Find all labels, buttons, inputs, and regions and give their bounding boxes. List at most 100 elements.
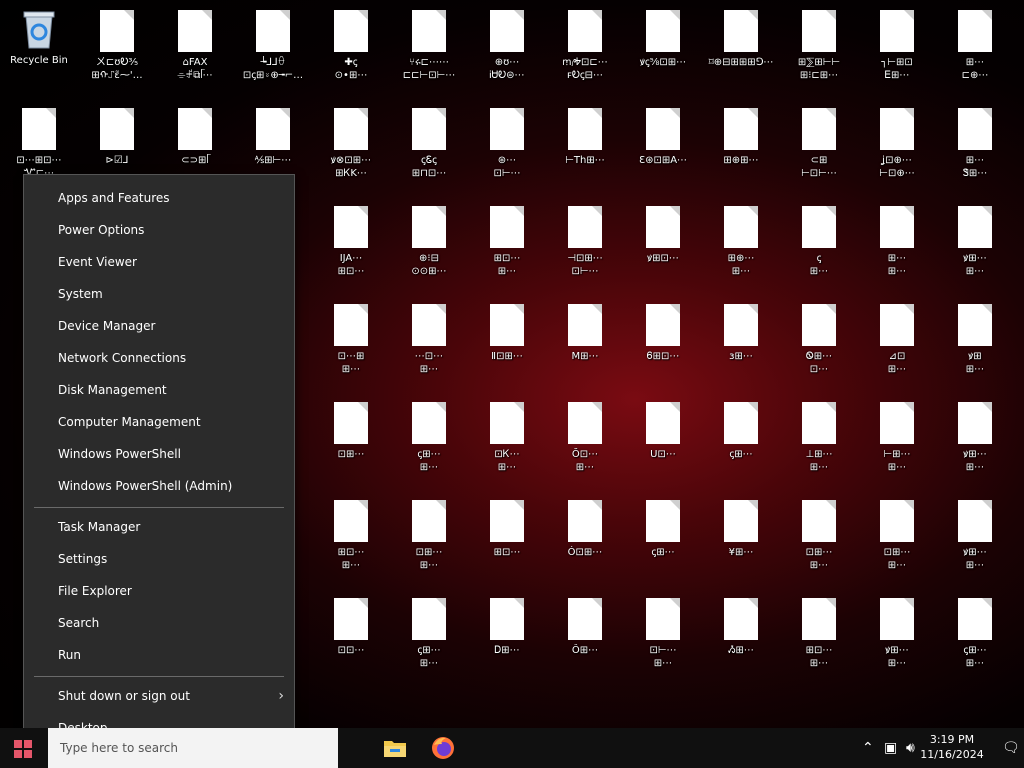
menu-item-label: Shut down or sign out [58,689,190,703]
desktop-file[interactable]: ⊛⋯ ⊡⊢⋯ [468,98,546,194]
menu-item-search[interactable]: Search [24,607,294,639]
file-icon [490,402,524,444]
file-label: ⊞⋯ ⊏⊕⋯ [961,57,989,81]
desktop-file[interactable]: ꞔ⊞⋯ [702,392,780,488]
file-label: ┶⅃⅃ꂶ ⊡ꞔ⊞⍤⊕╼⌐… [242,57,304,81]
desktop-file[interactable]: ⊞⋯ ⊞⋯ [858,196,936,292]
notification-icon[interactable]: 🗨︎ [1002,740,1020,756]
file-explorer-icon [384,741,406,757]
desktop-file[interactable]: ⊕⁝⊟ ⊙⊙⊞⋯ [390,196,468,292]
chevron-up-icon[interactable]: ⌃ [862,740,874,756]
desktop-file[interactable]: Ŏ⊡⋯ ⊞⋯ [546,392,624,488]
menu-item-windows-powershell-admin[interactable]: Windows PowerShell (Admin) [24,470,294,502]
desktop-file[interactable]: ⑂ሩ⊏⋯⋯ ⊏⊏⊢⊡⊢⋯ [390,0,468,96]
desktop-file[interactable]: ⊡⊞⋯ ⊞⋯ [780,490,858,586]
desktop-file[interactable]: ꞔ⊞⋯ ⊞⋯ [936,588,1014,684]
file-icon [22,108,56,150]
desktop-file[interactable]: ꝟ⊞⋯ ⊞⋯ [936,196,1014,292]
taskbar-search-box[interactable]: Type here to search [48,728,338,768]
desktop-file[interactable]: ⊞⊡⋯ ⊞⋯ [468,196,546,292]
desktop-file[interactable]: ⊡⋯⊞ ⊞⋯ [312,294,390,390]
recycle-bin[interactable]: Recycle Bin [0,0,78,96]
desktop-file[interactable]: ꝟ⊞⋯ ⊞⋯ [936,490,1014,586]
desktop-file[interactable]: Ᏹ⊞⋯ [702,588,780,684]
desktop-file[interactable]: ʝ⊡⊕⋯ ⊢⊡⊕⋯ [858,98,936,194]
menu-item-apps-and-features[interactable]: Apps and Features [24,182,294,214]
menu-item-device-manager[interactable]: Device Manager [24,310,294,342]
desktop-file[interactable]: ⊡⊢⋯ ⊞⋯ [624,588,702,684]
desktop-file[interactable]: ꞔ⊞⋯ ⊞⋯ [390,588,468,684]
desktop-file[interactable]: Ɛ⊛⊡⊞A⋯ [624,98,702,194]
desktop-file[interactable]: ꞔ⊞⋯ [624,490,702,586]
desktop-file[interactable]: ⊞⊡⋯ ⊞⋯ [780,588,858,684]
menu-item-computer-management[interactable]: Computer Management [24,406,294,438]
desktop-file[interactable]: ꝟ⊞ ⊞⋯ [936,294,1014,390]
desktop-file[interactable]: ꞔᏋꞔ ⊞⊓⊡⋯ [390,98,468,194]
menu-item-task-manager[interactable]: Task Manager [24,511,294,543]
desktop-file[interactable]: ⊞⊕⋯ ⊞⋯ [702,196,780,292]
desktop-file[interactable]: Ꭰ⊞⋯ [468,588,546,684]
desktop-file[interactable]: Ꮻ⊞⋯ ⊡⋯ [780,294,858,390]
file-explorer-taskbar-button[interactable] [371,728,419,768]
desktop-file[interactable]: M⊞⋯ [546,294,624,390]
desktop-file[interactable]: ⊞⊡⋯ ⊞⋯ [312,490,390,586]
desktop-file[interactable]: ⊿⊡ ⊞⋯ [858,294,936,390]
desktop-file[interactable]: ⊢Th⊞⋯ [546,98,624,194]
menu-item-disk-management[interactable]: Disk Management [24,374,294,406]
desktop-file[interactable]: ✚ꞔ ⊙•⊞⋯ [312,0,390,96]
clock[interactable]: 3:19 PM 11/16/2024 [920,732,984,762]
desktop-file[interactable]: ɜ⊞⋯ [702,294,780,390]
menu-item-network-connections[interactable]: Network Connections [24,342,294,374]
desktop-file[interactable]: ⊞⋯ ⊏⊕⋯ [936,0,1014,96]
desktop-file[interactable]: ꝟ⊞⋯ ⊞⋯ [858,588,936,684]
desktop-file[interactable]: Ó⊡⊞⋯ [546,490,624,586]
desktop-file[interactable]: ⊡Ꮶ⋯ ⊞⋯ [468,392,546,488]
menu-item-system[interactable]: System [24,278,294,310]
desktop-file[interactable]: ꞔ⊞⋯ ⊞⋯ [390,392,468,488]
desktop-file[interactable]: ꝟ⊞⊡⋯ [624,196,702,292]
desktop-file[interactable]: ¥⊞⋯ [702,490,780,586]
start-button[interactable] [0,728,48,768]
menu-item-run[interactable]: Run [24,639,294,671]
desktop-file[interactable]: ꝟ⊞⋯ ⊞⋯ [936,392,1014,488]
desktop-file[interactable]: U⊡⋯ [624,392,702,488]
desktop-file[interactable]: ꝟ⊗⊡⊞⋯ ⊞ᏦK⋯ [312,98,390,194]
desktop-file[interactable]: ⌂FAX ⌯ꂱ⧉ᥬ⋯ [156,0,234,96]
desktop-file[interactable]: ꝟꞔ⅝⊡⊞⋯ [624,0,702,96]
desktop-file[interactable]: ꞔ ⊞⋯ [780,196,858,292]
desktop-file[interactable]: ⊢⊞⋯ ⊞⋯ [858,392,936,488]
desktop-file[interactable]: ⋯⊡⋯ ⊞⋯ [390,294,468,390]
desktop-file[interactable]: ⊡⊞⋯ ⊞⋯ [390,490,468,586]
desktop-file[interactable]: ⊞⊕⊞⋯ [702,98,780,194]
desktop-file[interactable]: IJA⋯ ⊞⊡⋯ [312,196,390,292]
desktop-file[interactable]: Ⅱ⊡⊞⋯ [468,294,546,390]
desktop-file[interactable]: ⊞⊡⋯ [468,490,546,586]
desktop-file[interactable]: ⌑⊕⊟⊞⊞⊞⅁⋯ [702,0,780,96]
menu-item-event-viewer[interactable]: Event Viewer [24,246,294,278]
menu-item-windows-powershell[interactable]: Windows PowerShell [24,438,294,470]
desktop-file[interactable]: ⊡⊡⋯ [312,588,390,684]
desktop-file[interactable]: Ô⊞⋯ [546,588,624,684]
file-label: ⊡Ꮶ⋯ ⊞⋯ [494,449,520,473]
desktop-file[interactable]: ⊥⊞⋯ ⊞⋯ [780,392,858,488]
desktop-file[interactable]: ⊕ʊ⋯ ᎥᏌᎧ⊜⋯ [468,0,546,96]
desktop-file[interactable]: ┶⅃⅃ꂶ ⊡ꞔ⊞⍤⊕╼⌐… [234,0,312,96]
menu-item-settings[interactable]: Settings [24,543,294,575]
menu-item-file-explorer[interactable]: File Explorer [24,575,294,607]
desktop-file[interactable]: ⊞⅀⊞⊢⊢ ⊞⁝⊏⊞⋯ [780,0,858,96]
network-icon[interactable]: ▣ [884,740,897,756]
menu-item-power-options[interactable]: Power Options [24,214,294,246]
desktop-file[interactable]: ⊂⊞ ⊢⊡⊢⋯ [780,98,858,194]
desktop-file[interactable]: ꭑⱼᎭ⊡⊏⋯ ꜰᎧꞔ⊟⋯ [546,0,624,96]
desktop-file[interactable]: Ꮾ⊞⊡⋯ [624,294,702,390]
desktop-file[interactable]: ⊞⋯ Ꮥ⊞⋯ [936,98,1014,194]
desktop-file[interactable]: ⊣⊡⊞⋯ ⊡⊢⋯ [546,196,624,292]
desktop-file[interactable]: ㄨ⊏ʊᎧ⅗ ⊞ᠬ⑀ɛ̃⁓'… [78,0,156,96]
file-icon [490,598,524,640]
desktop-file[interactable]: ⊡⊞⋯ [312,392,390,488]
desktop-file[interactable]: ┐⊢⊞⊡ Ꭼ⊞⋯ [858,0,936,96]
desktop-file[interactable]: ⊡⊞⋯ ⊞⋯ [858,490,936,586]
firefox-taskbar-button[interactable] [419,728,467,768]
volume-icon[interactable]: 🔊︎ [906,740,915,756]
menu-item-shut-down-or-sign-out[interactable]: Shut down or sign out › [24,680,294,712]
